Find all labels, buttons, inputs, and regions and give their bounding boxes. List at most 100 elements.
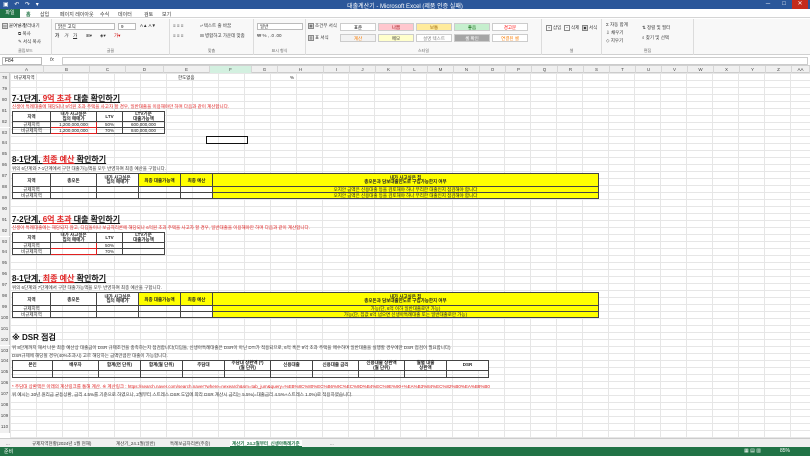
format-cells-button[interactable]: ▣ 서식 [582,25,597,31]
column-header[interactable]: P [506,66,532,73]
fill-color-icon[interactable]: ◈▾ [100,33,106,39]
table-format-button[interactable]: ▥ 표 서식 [308,35,329,41]
maximize-icon[interactable]: □ [776,0,792,9]
sheet-tab-bogeumjari[interactable]: 특례보금자리론(주중) [168,440,212,447]
align-top-icon[interactable]: ≡ ≡ ≡ [173,23,183,28]
column-header[interactable]: T [610,66,636,73]
underline-icon[interactable]: 가 [73,33,77,39]
column-header[interactable]: K [376,66,402,73]
cell-style-0[interactable]: 표준 [340,23,376,31]
td[interactable]: 70% [96,248,123,255]
row-header[interactable]: 96 [0,269,10,281]
td[interactable] [122,248,165,255]
row-header[interactable]: 98 [0,291,10,302]
column-header[interactable]: D [126,66,164,73]
row-header[interactable]: 107 [0,389,10,400]
td[interactable]: 비규제지역 [12,192,51,199]
row-header[interactable]: 97 [0,280,10,291]
number-format-select[interactable]: 일반 [257,23,303,30]
cell-style-1[interactable]: 나쁨 [378,23,414,31]
td[interactable]: 가능(단, 집값 6억 넘으면 신생아특례대출 또는 일반대출로만 가능) [212,311,599,318]
column-header[interactable]: N [454,66,480,73]
cell-style-6[interactable]: 메모 [378,34,414,42]
column-header[interactable]: M [428,66,454,73]
td[interactable] [50,248,97,255]
td[interactable]: 비규제지역 [12,127,51,134]
column-header[interactable]: R [558,66,584,73]
wrap-text-button[interactable]: ⤶ 텍스트 줄 바꿈 [200,23,231,29]
dsr-red-note[interactable]: * 주담대 상환액은 아래의 계산링크를 통해 계산. ※ 계산링크 : htt… [12,384,802,390]
font-name-select[interactable]: 맑은 고딕 [55,23,115,30]
dsr-cell[interactable] [52,370,99,378]
font-grow-icon[interactable]: A▲ A▼ [140,23,156,28]
row-header[interactable]: 84 [0,138,10,150]
row-header[interactable]: 83 [0,127,10,139]
align-left-icon[interactable]: ≡ ≡ ≡ [173,33,183,38]
tab-review[interactable]: 검토 [144,11,153,18]
column-header[interactable]: Y [740,66,766,73]
row-header[interactable]: 100 [0,312,10,324]
dsr-cell[interactable] [312,370,359,378]
row-header[interactable]: 91 [0,214,10,226]
td[interactable] [50,192,97,199]
format-painter-button[interactable]: ✎ 서식 복사 [18,39,41,45]
td[interactable]: 비규제지역 [12,248,51,255]
cell-e78[interactable]: 한도없음 [178,75,195,81]
copy-button[interactable]: ⧉ 복사 [18,31,31,37]
column-header[interactable]: S [584,66,610,73]
dsr-cell[interactable] [404,370,447,378]
td[interactable] [138,192,181,199]
row-header[interactable]: 105 [0,367,10,379]
tab-scroll-left[interactable]: ... [4,440,12,447]
td[interactable] [180,192,213,199]
tab-view[interactable]: 보기 [162,11,171,18]
border-icon[interactable]: ⊞▾ [86,33,92,39]
row-header[interactable]: 93 [0,236,10,248]
font-color-icon[interactable]: 가▾ [114,33,120,39]
td[interactable]: 비규제지역 [12,311,51,318]
row-header[interactable]: 95 [0,258,10,270]
row-header[interactable]: 94 [0,247,10,259]
row-header[interactable]: 90 [0,203,10,215]
column-header[interactable]: B [44,66,90,73]
column-header[interactable]: F [210,66,252,73]
tab-page-layout[interactable]: 페이지 레이아웃 [60,11,94,18]
row-header[interactable]: 110 [0,421,10,433]
worksheet-grid[interactable]: A B C D E F G H I J K L M N O P Q R S T U V W X Y Z AA 78 79 80 81 82 8… [0,66,810,438]
tab-scroll-right[interactable]: ... [328,440,336,447]
font-size-select[interactable]: 9 [118,23,136,30]
zoom-level[interactable]: 85% [780,448,790,454]
bold-icon[interactable]: 가 [55,33,59,39]
conditional-format-button[interactable]: ▦ 조건부 서식 [308,23,337,29]
row-header[interactable]: 109 [0,410,10,422]
td[interactable] [180,311,213,318]
delete-cells-button[interactable]: − 삭제 [564,25,579,31]
fill-button[interactable]: ⇩ 채우기 [606,30,623,36]
column-header[interactable]: H [278,66,324,73]
column-header[interactable]: G [252,66,278,73]
formula-input[interactable] [62,57,808,65]
column-header[interactable]: A [10,66,44,73]
sheet-tab-calc-jan[interactable]: 계산기_24.1월(일반) [114,440,157,447]
cell-style-5[interactable]: 계산 [340,34,376,42]
td[interactable] [138,311,181,318]
name-box[interactable]: F84 [2,57,42,65]
row-header[interactable]: 85 [0,149,10,161]
dsr-cell[interactable] [182,370,225,378]
sheet-tab-calc-feb[interactable]: 계산기_24.2월부터_신생아특례기준 [230,440,302,447]
column-header[interactable]: V [662,66,688,73]
row-header[interactable]: 78 [0,73,10,84]
row-header[interactable]: 108 [0,400,10,411]
tab-home[interactable]: 홈 [26,11,31,18]
column-header[interactable]: X [714,66,740,73]
tab-file[interactable]: 파일 [0,9,20,18]
dsr-cell[interactable] [224,370,271,378]
td[interactable]: 1,200,000,000 [50,127,97,134]
row-header[interactable]: 86 [0,160,10,172]
autosum-button[interactable]: Σ 자동 합계 [606,22,628,28]
minimize-icon[interactable]: ─ [760,0,776,9]
column-header[interactable]: Q [532,66,558,73]
cell-style-4[interactable]: 경고문 [492,23,528,31]
column-header[interactable]: Z [766,66,792,73]
column-header[interactable]: I [324,66,350,73]
